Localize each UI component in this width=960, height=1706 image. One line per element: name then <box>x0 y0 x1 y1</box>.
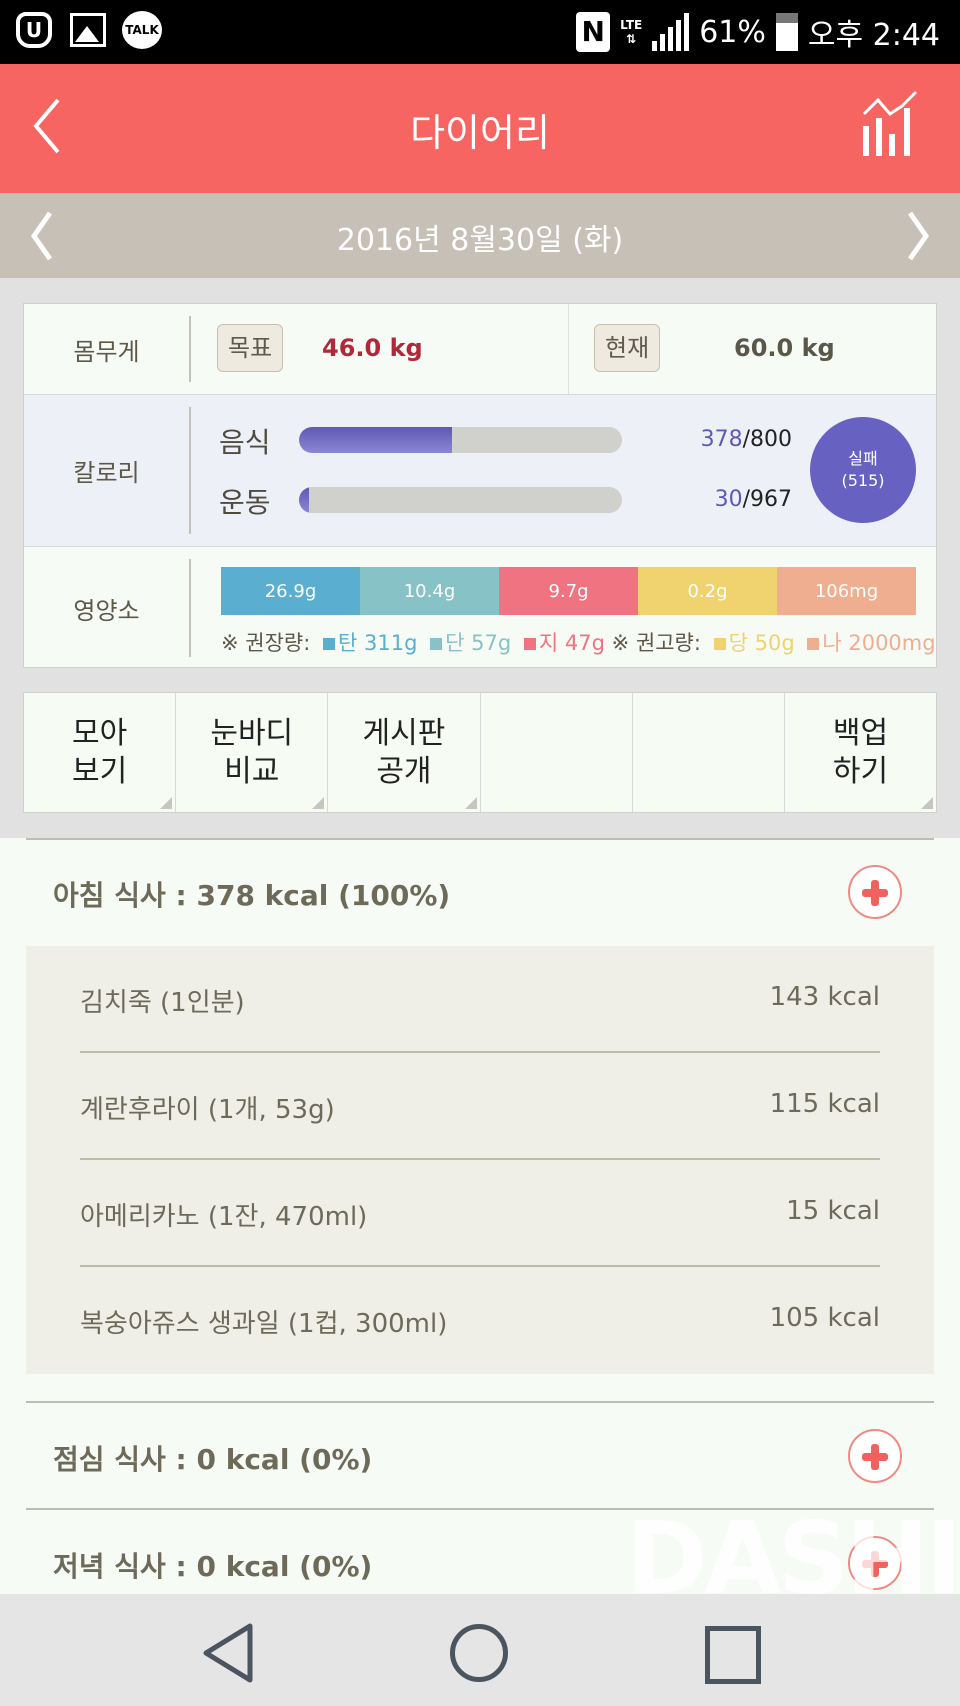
date-navigation: 2016년 8월30일 (화) <box>0 193 960 278</box>
legend-swatch <box>430 638 443 650</box>
battery-percent: 61% <box>699 14 766 50</box>
lunch-title: 점심 식사 : 0 kcal (0%) <box>53 1443 373 1476</box>
current-tag: 현재 <box>594 324 661 372</box>
legend-sodium: 나 2000mg <box>822 631 936 655</box>
nutrient-legend: ※ 권장량: 탄 311g 단 57g 지 47g ※ 권고량: 당 50g 나… <box>221 627 936 657</box>
board-publish-button[interactable]: 게시판 공개 <box>328 693 481 812</box>
fat-segment: 9.7g <box>499 567 638 615</box>
meal-list: 아침 식사 : 378 kcal (100%) 김치죽 (1인분) 143 kc… <box>0 838 960 1594</box>
food-calorie-fill <box>299 427 452 453</box>
protein-segment: 10.4g <box>360 567 499 615</box>
lunch-header[interactable]: 점심 식사 : 0 kcal (0%) <box>26 1402 934 1508</box>
divider <box>189 407 191 534</box>
empty-button <box>480 693 633 812</box>
weight-label: 몸무게 <box>73 337 140 366</box>
food-calorie-bar <box>299 427 622 453</box>
legend-swatch <box>323 638 335 650</box>
app-bar: 다이어리 <box>0 64 960 193</box>
breakfast-title: 아침 식사 : 378 kcal (100%) <box>53 879 451 912</box>
signal-icon <box>652 13 690 51</box>
sugar-segment: 0.2g <box>638 567 777 615</box>
exercise-calorie-value: 30/967 <box>714 487 792 512</box>
legend-protein: 단 57g <box>445 631 512 655</box>
food-item[interactable]: 계란후라이 (1개, 53g) 115 kcal <box>80 1053 880 1160</box>
food-item[interactable]: 김치죽 (1인분) 143 kcal <box>80 946 880 1053</box>
food-label: 음식 <box>219 426 271 459</box>
sodium-segment: 106mg <box>777 567 916 615</box>
current-date[interactable]: 2016년 8월30일 (화) <box>0 215 960 259</box>
battery-icon <box>775 13 798 51</box>
recommend-label: ※ 권장량: <box>221 631 311 655</box>
gallery-icon <box>68 10 108 50</box>
exercise-calorie-fill <box>299 487 309 513</box>
carb-segment: 26.9g <box>221 567 360 615</box>
uplus-icon: U <box>14 10 54 50</box>
calorie-row: 칼로리 음식 378/800 운동 30/967 실패 (515) <box>24 395 936 547</box>
lte-icon: LTE ⇅ <box>620 18 643 46</box>
system-nav-bar <box>0 1594 960 1706</box>
nav-recent-apps-icon[interactable] <box>705 1626 761 1684</box>
nutrient-bar: 26.9g 10.4g 9.7g 0.2g 106mg <box>221 567 916 615</box>
collect-view-button[interactable]: 모아 보기 <box>24 693 177 812</box>
legend-sugar: 당 50g <box>728 631 795 655</box>
divider <box>189 559 191 657</box>
action-buttons: 모아 보기 눈바디 비교 게시판 공개 백업 하기 <box>23 692 937 813</box>
current-weight-value[interactable]: 60.0 kg <box>734 334 835 362</box>
divider <box>568 304 569 394</box>
backup-button[interactable]: 백업 하기 <box>784 693 937 812</box>
goal-tag: 목표 <box>217 324 284 372</box>
status-bar: U TALK N LTE ⇅ 61% 오후 2:44 <box>0 0 960 64</box>
goal-weight-value[interactable]: 46.0 kg <box>322 334 423 362</box>
eyebody-compare-button[interactable]: 눈바디 비교 <box>176 693 329 812</box>
nav-home-icon[interactable] <box>450 1624 508 1682</box>
chart-icon[interactable] <box>860 88 920 158</box>
exercise-label: 운동 <box>219 486 271 519</box>
page-title: 다이어리 <box>410 111 550 155</box>
divider <box>189 316 191 382</box>
add-breakfast-button[interactable] <box>848 865 902 919</box>
weight-row: 몸무게 목표 46.0 kg 현재 60.0 kg <box>24 304 936 395</box>
legend-swatch <box>807 638 820 650</box>
legend-carb: 탄 311g <box>338 631 418 655</box>
next-day-icon[interactable] <box>904 209 934 263</box>
calorie-label: 칼로리 <box>73 459 140 487</box>
status-badge: 실패 (515) <box>810 417 916 523</box>
clock: 오후 2:44 <box>807 18 940 53</box>
food-calorie-value: 378/800 <box>700 427 792 452</box>
breakfast-header[interactable]: 아침 식사 : 378 kcal (100%) <box>26 838 934 944</box>
dinner-title: 저녁 식사 : 0 kcal (0%) <box>53 1550 373 1583</box>
legend-swatch <box>713 638 726 650</box>
nutrient-label: 영양소 <box>73 596 140 625</box>
food-item[interactable]: 복숭아쥬스 생과일 (1컵, 300ml) 105 kcal <box>80 1267 880 1374</box>
limit-label: ※ 권고량: <box>611 631 701 655</box>
exercise-calorie-bar <box>299 487 622 513</box>
kakaotalk-icon: TALK <box>122 10 162 50</box>
summary-card: 몸무게 목표 46.0 kg 현재 60.0 kg 칼로리 음식 378/800… <box>23 303 937 668</box>
legend-swatch <box>523 638 536 650</box>
breakfast-items: 김치죽 (1인분) 143 kcal 계란후라이 (1개, 53g) 115 k… <box>26 946 934 1374</box>
legend-fat: 지 47g <box>538 631 605 655</box>
nutrient-row: 영양소 26.9g 10.4g 9.7g 0.2g 106mg ※ 권장량: 탄… <box>24 547 936 669</box>
nav-back-icon[interactable] <box>200 1622 256 1684</box>
nfc-icon: N <box>576 12 611 52</box>
empty-button <box>632 693 785 812</box>
add-lunch-button[interactable] <box>848 1429 902 1483</box>
food-item[interactable]: 아메리카노 (1잔, 470ml) 15 kcal <box>80 1160 880 1267</box>
